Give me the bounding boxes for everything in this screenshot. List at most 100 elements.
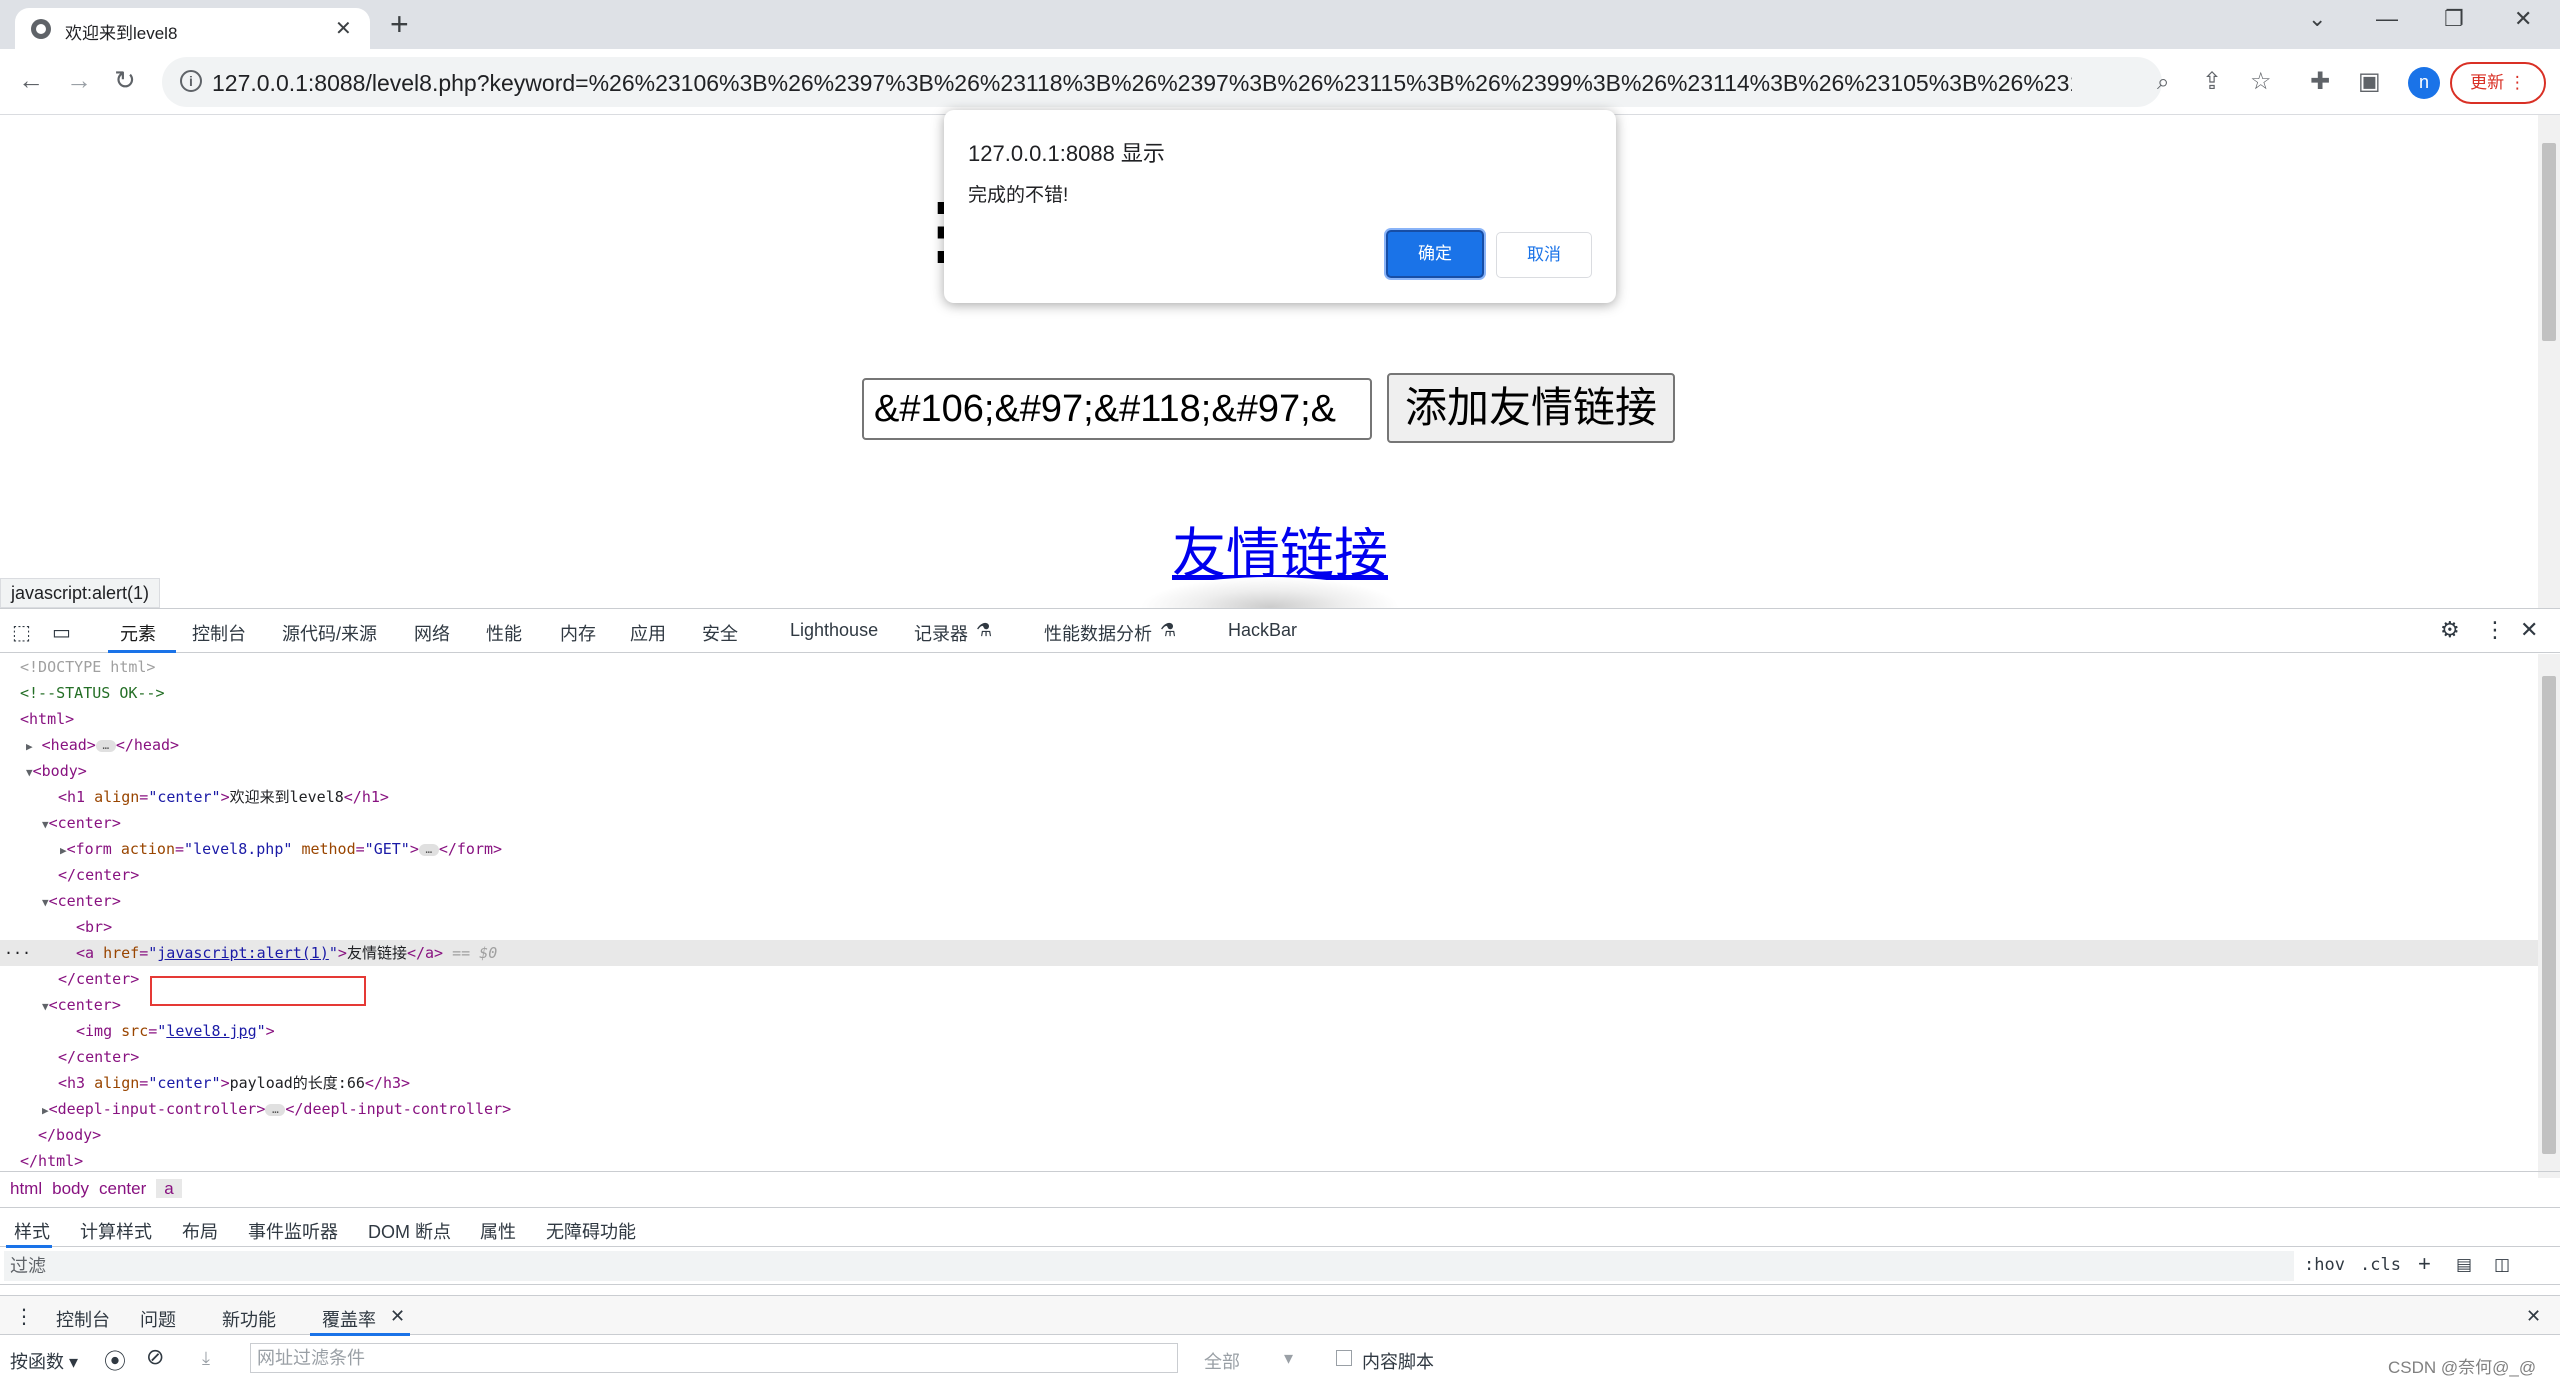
more-icon[interactable]: ⋮	[2484, 617, 2506, 643]
forward-icon[interactable]: →	[66, 65, 92, 95]
content-scripts-checkbox[interactable]	[1336, 1350, 1352, 1366]
dom-a-selected[interactable]: ··· <a href="javascript:alert(1)">友情链接</a…	[0, 940, 2538, 966]
star-icon[interactable]: ☆	[2250, 67, 2272, 96]
tab-application[interactable]: 应用	[630, 620, 666, 646]
collapse-triangle-icon[interactable]: ▼	[26, 766, 33, 779]
cancel-button[interactable]: 取消	[1496, 232, 1592, 278]
crumb-a[interactable]: a	[156, 1179, 182, 1198]
dom-center-2[interactable]: ▼<center>	[0, 888, 2538, 914]
ellipsis-icon[interactable]: …	[265, 1103, 286, 1116]
avatar[interactable]: n	[2408, 67, 2440, 99]
collapse-triangle-icon[interactable]: ▼	[42, 896, 49, 909]
dom-br[interactable]: <br>	[0, 914, 2538, 940]
tab-accessibility[interactable]: 无障碍功能	[546, 1218, 636, 1244]
cls-toggle[interactable]: .cls	[2360, 1255, 2401, 1275]
crumb-html[interactable]: html	[10, 1179, 42, 1198]
tab-properties[interactable]: 属性	[480, 1218, 516, 1244]
dom-center-3[interactable]: ▼<center>	[0, 992, 2538, 1018]
restore-button[interactable]: ❐	[2444, 6, 2464, 32]
expand-triangle-icon[interactable]: ▶	[42, 1104, 49, 1117]
close-devtools-icon[interactable]: ✕	[2520, 617, 2538, 643]
ellipsis-icon[interactable]: …	[418, 843, 439, 856]
collapse-triangle-icon[interactable]: ▼	[42, 1000, 49, 1013]
keyword-input[interactable]: &#106;&#97;&#118;&#97;&	[862, 378, 1372, 440]
close-window-button[interactable]: ✕	[2514, 6, 2532, 32]
add-rule-icon[interactable]: +	[2418, 1251, 2431, 1277]
dom-h3[interactable]: <h3 align="center">payload的长度:66</h3>	[0, 1070, 2538, 1096]
download-icon[interactable]: ⤓	[202, 1348, 210, 1369]
tab-security[interactable]: 安全	[702, 620, 738, 646]
chevron-down-icon[interactable]: ▾	[1284, 1348, 1293, 1369]
tab-computed[interactable]: 计算样式	[80, 1218, 152, 1244]
expand-triangle-icon[interactable]: ▶	[26, 740, 33, 753]
tab-network[interactable]: 网络	[414, 620, 450, 646]
tab-console[interactable]: 控制台	[192, 620, 246, 646]
dom-scrollbar[interactable]	[2538, 654, 2560, 1178]
dom-body-open[interactable]: ▼<body>	[0, 758, 2538, 784]
tab-layout[interactable]: 布局	[182, 1218, 218, 1244]
gear-icon[interactable]: ⚙	[2440, 617, 2460, 643]
record-icon[interactable]: ⦿	[104, 1344, 126, 1376]
drawer-tab-issues[interactable]: 问题	[140, 1306, 176, 1332]
dom-html-open[interactable]: <html>	[0, 706, 2538, 732]
tab-styles[interactable]: 样式	[14, 1218, 50, 1244]
tab-hackbar[interactable]: HackBar	[1228, 620, 1297, 641]
tab-elements[interactable]: 元素	[120, 620, 156, 646]
dom-deepl[interactable]: ▶<deepl-input-controller>… </deepl-input-…	[0, 1096, 2538, 1122]
minimize-button[interactable]: —	[2376, 6, 2398, 32]
device-toolbar-icon[interactable]: ▭	[52, 620, 71, 645]
dom-center-1[interactable]: ▼<center>	[0, 810, 2538, 836]
url-text[interactable]: 127.0.0.1:8088/level8.php?keyword=%26%23…	[212, 70, 2072, 97]
close-tab-icon[interactable]: ✕	[335, 16, 352, 41]
dom-comment[interactable]: <!--STATUS OK-->	[0, 680, 2538, 706]
dom-head[interactable]: ▶ <head>… </head>	[0, 732, 2538, 758]
tab-search-icon[interactable]: ⌄	[2308, 6, 2326, 32]
share-icon[interactable]: ⇪	[2202, 67, 2222, 96]
dom-center-1-close[interactable]: </center>	[0, 862, 2538, 888]
sidebar-toggle-icon[interactable]: ◫	[2494, 1255, 2510, 1275]
tab-event-listeners[interactable]: 事件监听器	[248, 1218, 338, 1244]
row-more-icon[interactable]: ···	[4, 940, 31, 966]
dom-scrollbar-thumb[interactable]	[2542, 676, 2556, 1154]
close-coverage-icon[interactable]: ✕	[390, 1306, 405, 1327]
add-link-button[interactable]: 添加友情链接	[1387, 373, 1675, 443]
close-drawer-icon[interactable]: ✕	[2526, 1306, 2541, 1327]
dom-doctype[interactable]: <!DOCTYPE html>	[0, 654, 2538, 680]
sidepanel-icon[interactable]: ▣	[2358, 67, 2381, 96]
tab-lighthouse[interactable]: Lighthouse	[790, 620, 878, 641]
clear-icon[interactable]: ⊘	[146, 1344, 164, 1370]
extensions-icon[interactable]: ✚	[2310, 67, 2330, 96]
reload-icon[interactable]: ↻	[114, 65, 136, 95]
drawer-menu-icon[interactable]: ⋮	[14, 1304, 34, 1329]
tab-dom-breakpoints[interactable]: DOM 断点	[368, 1218, 451, 1244]
url-filter-input[interactable]: 网址过滤条件	[250, 1343, 1178, 1373]
dom-form[interactable]: ▶<form action="level8.php" method="GET">…	[0, 836, 2538, 862]
tab-performance-insights[interactable]: 性能数据分析	[1044, 620, 1152, 646]
collapse-triangle-icon[interactable]: ▼	[42, 818, 49, 831]
styles-filter-input[interactable]: 过滤	[4, 1251, 2294, 1281]
dom-center-3-close[interactable]: </center>	[0, 1044, 2538, 1070]
dom-img[interactable]: <img src="level8.jpg">	[0, 1018, 2538, 1044]
dom-h1[interactable]: <h1 align="center">欢迎来到level8</h1>	[0, 784, 2538, 810]
info-icon[interactable]: i	[180, 70, 202, 92]
crumb-center[interactable]: center	[99, 1179, 146, 1198]
ok-button[interactable]: 确定	[1386, 230, 1484, 278]
tab-sources[interactable]: 源代码/来源	[282, 620, 377, 646]
expand-triangle-icon[interactable]: ▶	[60, 844, 67, 857]
dom-body-close[interactable]: </body>	[0, 1122, 2538, 1148]
browser-tab[interactable]: 欢迎来到level8 ✕	[15, 8, 370, 49]
crumb-body[interactable]: body	[52, 1179, 89, 1198]
type-select[interactable]: 全部	[1204, 1348, 1240, 1374]
drawer-tab-coverage[interactable]: 覆盖率	[322, 1306, 376, 1332]
zoom-icon[interactable]: ⌕	[2157, 69, 2169, 95]
inspect-icon[interactable]: ⬚	[12, 620, 31, 645]
address-bar[interactable]: i 127.0.0.1:8088/level8.php?keyword=%26%…	[162, 57, 2169, 107]
tab-memory[interactable]: 内存	[560, 620, 596, 646]
page-scrollbar-thumb[interactable]	[2542, 143, 2556, 341]
tab-recorder[interactable]: 记录器	[914, 620, 968, 646]
per-function-select[interactable]: 按函数 ▾	[10, 1348, 78, 1374]
a-href-link[interactable]: javascript:alert(1)	[157, 944, 329, 962]
page-scrollbar[interactable]	[2538, 115, 2560, 608]
hov-toggle[interactable]: :hov	[2304, 1255, 2345, 1275]
drawer-tab-whats-new[interactable]: 新功能	[222, 1306, 276, 1332]
